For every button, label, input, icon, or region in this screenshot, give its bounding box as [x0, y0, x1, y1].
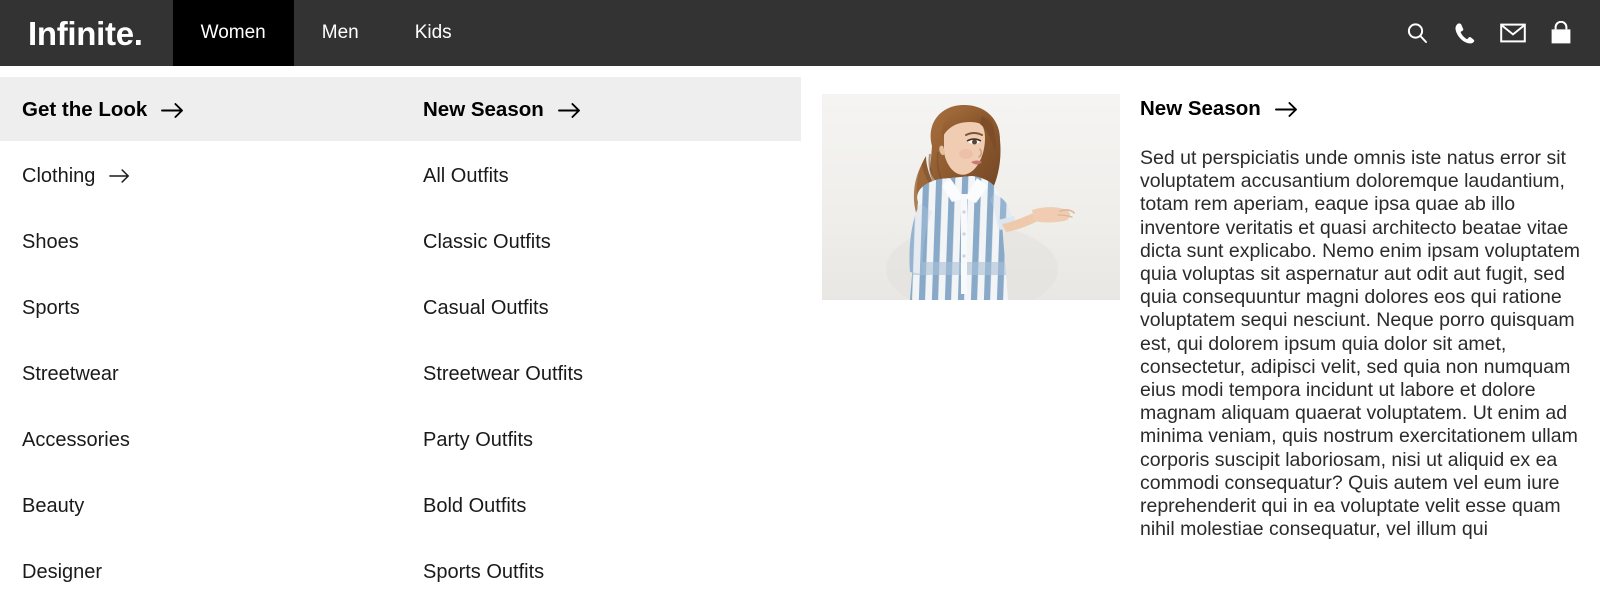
arrow-right-icon	[557, 102, 582, 119]
nav-label-men: Men	[321, 22, 359, 43]
promo-image[interactable]	[822, 94, 1120, 300]
menu-item-label: Streetwear	[22, 362, 119, 385]
site-header: Infinite. Women Men Kids	[0, 0, 1600, 66]
menu-item-label: Shoes	[22, 230, 79, 253]
nav-label-women: Women	[200, 22, 266, 43]
menu-item-label: Classic Outfits	[423, 230, 551, 253]
menu-item-label: Designer	[22, 560, 103, 583]
header-icon-group	[1404, 0, 1600, 66]
envelope-icon[interactable]	[1500, 20, 1526, 46]
menu-item-sports-outfits[interactable]: Sports Outfits	[401, 539, 801, 600]
menu-item-label: Beauty	[22, 494, 85, 517]
mega-menu-left-column: Get the Look Clothing Shoes Sports Stree…	[0, 77, 401, 600]
menu-item-beauty[interactable]: Beauty	[0, 473, 401, 539]
menu-item-label: Sports Outfits	[423, 560, 545, 583]
promo-heading-label: New Season	[1140, 97, 1261, 120]
menu-item-label: Casual Outfits	[423, 296, 549, 319]
menu-item-party-outfits[interactable]: Party Outfits	[401, 407, 801, 473]
menu-item-label: Streetwear Outfits	[423, 362, 584, 385]
menu-item-label: All Outfits	[423, 164, 509, 187]
menu-item-label: Sports	[22, 296, 80, 319]
shopping-bag-icon[interactable]	[1548, 20, 1574, 46]
menu-item-casual-outfits[interactable]: Casual Outfits	[401, 275, 801, 341]
menu-item-sports[interactable]: Sports	[0, 275, 401, 341]
left-column-heading-get-the-look[interactable]: Get the Look	[0, 77, 401, 143]
phone-icon[interactable]	[1452, 20, 1478, 46]
menu-item-all-outfits[interactable]: All Outfits	[401, 143, 801, 209]
page-root: Infinite. Women Men Kids Get the Look Cl…	[0, 0, 1600, 600]
menu-item-classic-outfits[interactable]: Classic Outfits	[401, 209, 801, 275]
primary-nav: Women Men Kids	[172, 0, 480, 66]
menu-item-bold-outfits[interactable]: Bold Outfits	[401, 473, 801, 539]
mid-column-heading-label: New Season	[423, 98, 544, 121]
left-column-heading-label: Get the Look	[22, 98, 148, 121]
promo-text-panel: New Season Sed ut perspiciatis unde omni…	[1140, 77, 1588, 541]
header-spacer	[480, 0, 1404, 66]
promo-heading-new-season[interactable]: New Season	[1140, 77, 1588, 141]
menu-item-label: Clothing	[22, 164, 96, 187]
mega-menu-mid-column: New Season All Outfits Classic Outfits C…	[401, 77, 801, 600]
promo-body-text: Sed ut perspiciatis unde omnis iste natu…	[1140, 147, 1586, 541]
menu-item-label: Bold Outfits	[423, 494, 527, 517]
menu-item-label: Accessories	[22, 428, 130, 451]
menu-item-designer[interactable]: Designer	[0, 539, 401, 600]
menu-item-streetwear-outfits[interactable]: Streetwear Outfits	[401, 341, 801, 407]
arrow-right-icon	[1274, 101, 1299, 118]
menu-item-clothing[interactable]: Clothing	[0, 143, 401, 209]
nav-item-men[interactable]: Men	[294, 0, 387, 66]
nav-label-kids: Kids	[414, 22, 452, 43]
menu-item-label: Party Outfits	[423, 428, 534, 451]
mid-column-heading-new-season[interactable]: New Season	[401, 77, 801, 143]
arrow-right-icon	[161, 102, 185, 119]
menu-item-accessories[interactable]: Accessories	[0, 407, 401, 473]
nav-item-kids[interactable]: Kids	[387, 0, 480, 66]
arrow-right-icon	[109, 168, 131, 184]
menu-item-shoes[interactable]: Shoes	[0, 209, 401, 275]
search-icon[interactable]	[1404, 20, 1430, 46]
menu-item-streetwear[interactable]: Streetwear	[0, 341, 401, 407]
nav-item-women[interactable]: Women	[172, 0, 294, 66]
brand-logo[interactable]: Infinite.	[0, 0, 173, 66]
mega-menu-panel: Get the Look Clothing Shoes Sports Stree…	[0, 66, 1600, 600]
